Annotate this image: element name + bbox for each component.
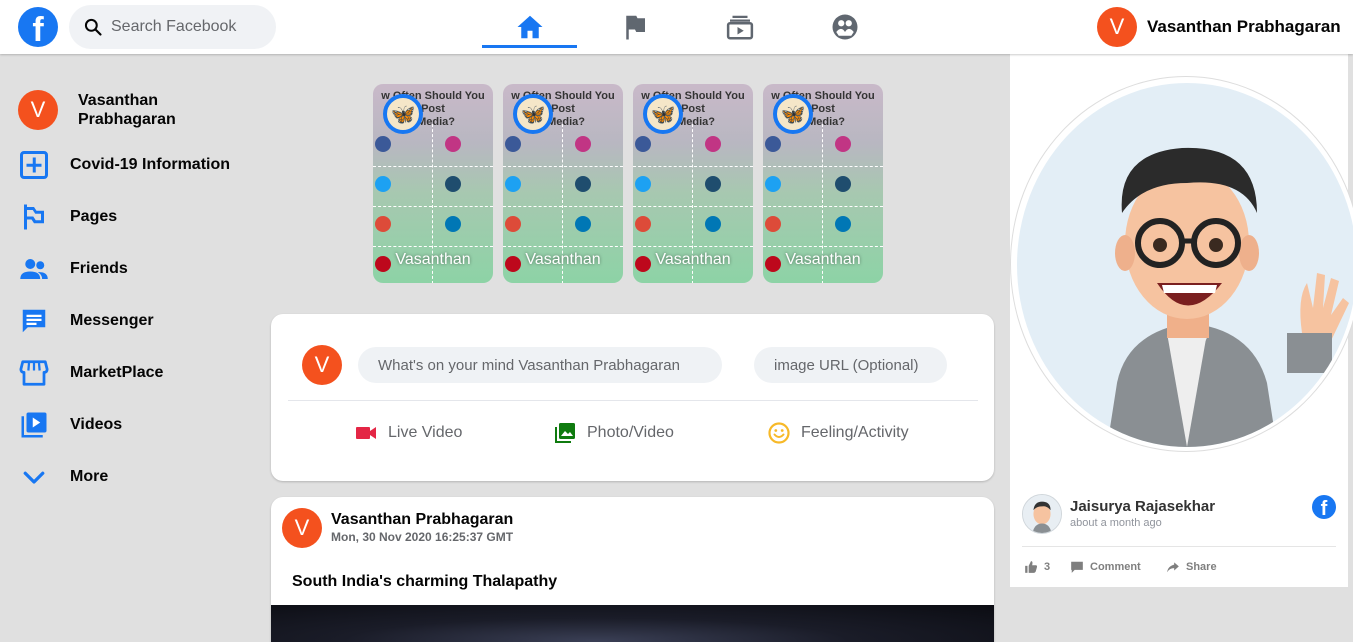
photo-library-icon <box>555 423 575 443</box>
image-url-input[interactable] <box>754 347 947 383</box>
post-text-input[interactable] <box>358 347 722 383</box>
feed-post: V Vasanthan Prabhagaran Mon, 30 Nov 2020… <box>271 497 994 642</box>
sidebar-item-covid[interactable]: Covid-19 Information <box>18 143 230 187</box>
search-input[interactable] <box>111 18 271 36</box>
photo-video-button[interactable]: Photo/Video <box>553 420 674 446</box>
sidebar-item-pages[interactable]: Pages <box>18 195 117 239</box>
post-caption: South India's charming Thalapathy <box>292 573 558 590</box>
avatar: V <box>282 508 322 548</box>
messenger-icon <box>22 309 46 333</box>
sidebar-item-label: Friends <box>70 260 128 277</box>
tab-groups[interactable] <box>797 0 893 54</box>
search-icon <box>84 18 102 36</box>
header-user-name: Vasanthan Prabhagaran <box>1147 17 1341 36</box>
sidebar-item-label: Videos <box>70 416 123 433</box>
butterfly-icon: 🦋 <box>383 94 423 134</box>
commenter-name[interactable]: Jaisurya Rajasekhar <box>1070 498 1215 515</box>
story-author: Vasanthan <box>395 251 471 268</box>
avatar-small-icon <box>1023 495 1061 533</box>
story-card[interactable]: w Often Should You Post l Media? 🦋 Vasan… <box>633 84 753 283</box>
comment-button[interactable]: Comment <box>1070 560 1141 574</box>
butterfly-icon: 🦋 <box>513 94 553 134</box>
chevron-down-icon <box>23 471 45 484</box>
feeling-activity-button[interactable]: Feeling/Activity <box>767 420 909 446</box>
right-profile-card: Jaisurya Rajasekhar about a month ago f … <box>1010 54 1353 587</box>
smiley-icon <box>768 422 790 444</box>
post-composer: V Live Video Photo/Video Feeling/Activit… <box>271 314 994 481</box>
sidebar-item-videos[interactable]: Videos <box>18 403 122 447</box>
post-timestamp: Mon, 30 Nov 2020 16:25:37 GMT <box>331 530 514 544</box>
profile-picture[interactable] <box>1010 76 1353 452</box>
story-card[interactable]: w Often Should You Post l Media? 🦋 Vasan… <box>373 84 493 283</box>
pages-flag-icon <box>24 204 44 230</box>
sidebar-item-label: MarketPlace <box>70 364 164 381</box>
tab-pages[interactable] <box>587 0 683 54</box>
action-label: Feeling/Activity <box>801 424 909 441</box>
search-box[interactable] <box>69 5 276 49</box>
post-image[interactable] <box>271 605 994 642</box>
divider <box>288 400 978 401</box>
share-label: Share <box>1186 561 1217 573</box>
story-author: Vasanthan <box>525 251 601 268</box>
storefront-icon <box>19 360 49 386</box>
post-author[interactable]: Vasanthan Prabhagaran <box>331 511 513 529</box>
comment-label: Comment <box>1090 561 1141 573</box>
sidebar-item-label: More <box>70 468 109 485</box>
watch-icon <box>726 15 754 40</box>
sidebar-item-friends[interactable]: Friends <box>18 247 128 291</box>
groups-icon <box>832 14 858 40</box>
header-profile-chip[interactable]: V Vasanthan Prabhagaran <box>1097 7 1341 47</box>
facebook-badge-icon[interactable]: f <box>1312 495 1336 519</box>
action-label: Photo/Video <box>587 424 674 441</box>
tab-home[interactable] <box>482 0 578 54</box>
sidebar-item-label: Pages <box>70 208 118 225</box>
story-card[interactable]: w Often Should You Post l Media? 🦋 Vasan… <box>763 84 883 283</box>
action-label: Live Video <box>388 424 463 441</box>
facebook-logo-icon[interactable]: f <box>18 7 58 47</box>
comment-icon <box>1071 561 1083 573</box>
butterfly-icon: 🦋 <box>643 94 683 134</box>
avatar: V <box>302 345 342 385</box>
sidebar-item-marketplace[interactable]: MarketPlace <box>18 351 163 395</box>
share-icon <box>1167 562 1179 573</box>
flag-icon <box>626 15 645 40</box>
video-library-icon <box>21 412 47 438</box>
story-author: Vasanthan <box>655 251 731 268</box>
avatar-cartoon-icon <box>1107 147 1349 447</box>
avatar: V <box>1097 7 1137 47</box>
share-button[interactable]: Share <box>1166 560 1217 574</box>
sidebar-item-label: Covid-19 Information <box>70 156 231 173</box>
story-author: Vasanthan <box>785 251 861 268</box>
divider <box>1022 546 1336 547</box>
friends-icon <box>20 259 48 279</box>
sidebar-profile-name: Vasanthan Prabhagaran <box>78 92 176 128</box>
tab-watch[interactable] <box>692 0 788 54</box>
home-icon <box>517 15 543 39</box>
plus-square-icon <box>20 151 48 179</box>
thumbs-up-icon <box>1025 561 1038 573</box>
sidebar-item-more[interactable]: More <box>18 455 108 499</box>
sidebar-item-messenger[interactable]: Messenger <box>18 299 154 343</box>
sidebar-item-label: Messenger <box>70 312 154 329</box>
commenter-avatar[interactable] <box>1022 494 1062 534</box>
commenter-time: about a month ago <box>1070 517 1162 529</box>
butterfly-icon: 🦋 <box>773 94 813 134</box>
sidebar-item-profile[interactable]: V Vasanthan Prabhagaran <box>18 88 176 132</box>
top-navbar: f V Vasanthan Prabhagaran <box>0 0 1353 54</box>
commenter-row <box>1022 494 1062 534</box>
videocam-icon <box>356 427 376 439</box>
like-button[interactable]: 3 <box>1024 560 1050 574</box>
like-count: 3 <box>1044 561 1051 573</box>
story-card[interactable]: w Often Should You Post l Media? 🦋 Vasan… <box>503 84 623 283</box>
avatar: V <box>18 90 58 130</box>
live-video-button[interactable]: Live Video <box>354 420 462 446</box>
